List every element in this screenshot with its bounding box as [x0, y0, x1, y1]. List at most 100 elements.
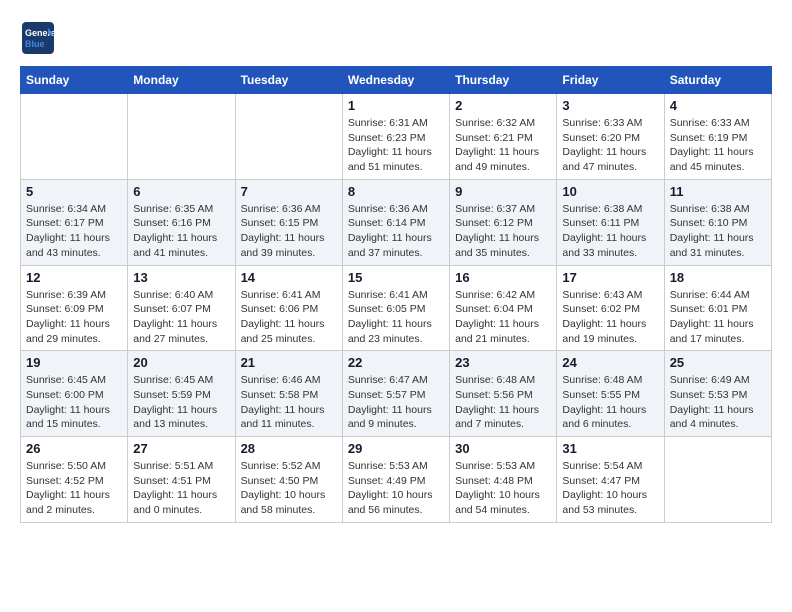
svg-text:Blue: Blue [25, 39, 45, 49]
day-number: 13 [133, 270, 229, 285]
day-number: 1 [348, 98, 444, 113]
calendar-cell: 5 Sunrise: 6:34 AM Sunset: 6:17 PM Daylig… [21, 179, 128, 265]
day-info: Sunrise: 6:31 AM Sunset: 6:23 PM Dayligh… [348, 116, 444, 175]
day-info: Sunrise: 6:48 AM Sunset: 5:55 PM Dayligh… [562, 373, 658, 432]
calendar-cell: 11 Sunrise: 6:38 AM Sunset: 6:10 PM Dayli… [664, 179, 771, 265]
calendar-cell: 9 Sunrise: 6:37 AM Sunset: 6:12 PM Daylig… [450, 179, 557, 265]
day-number: 2 [455, 98, 551, 113]
calendar-cell: 20Sunrise: 6:45 AM Sunset: 5:59 PM Dayli… [128, 351, 235, 437]
day-info: Sunrise: 5:51 AM Sunset: 4:51 PM Dayligh… [133, 459, 229, 518]
day-number: 25 [670, 355, 766, 370]
day-info: Sunrise: 6:41 AM Sunset: 6:05 PM Dayligh… [348, 288, 444, 347]
calendar-header-row: SundayMondayTuesdayWednesdayThursdayFrid… [21, 67, 772, 94]
day-info: Sunrise: 6:33 AM Sunset: 6:19 PM Dayligh… [670, 116, 766, 175]
calendar-cell: 7 Sunrise: 6:36 AM Sunset: 6:15 PM Daylig… [235, 179, 342, 265]
calendar-cell: 3 Sunrise: 6:33 AM Sunset: 6:20 PM Daylig… [557, 94, 664, 180]
day-info: Sunrise: 6:35 AM Sunset: 6:16 PM Dayligh… [133, 202, 229, 261]
calendar-week-row: 1 Sunrise: 6:31 AM Sunset: 6:23 PM Daylig… [21, 94, 772, 180]
day-number: 29 [348, 441, 444, 456]
day-info: Sunrise: 6:37 AM Sunset: 6:12 PM Dayligh… [455, 202, 551, 261]
day-number: 28 [241, 441, 337, 456]
day-number: 10 [562, 184, 658, 199]
calendar-cell: 27 Sunrise: 5:51 AM Sunset: 4:51 PM Dayli… [128, 437, 235, 523]
day-number: 23 [455, 355, 551, 370]
calendar-cell [128, 94, 235, 180]
calendar-cell: 8Sunrise: 6:36 AM Sunset: 6:14 PM Daylig… [342, 179, 449, 265]
day-info: Sunrise: 6:40 AM Sunset: 6:07 PM Dayligh… [133, 288, 229, 347]
day-number: 18 [670, 270, 766, 285]
calendar-cell: 31Sunrise: 5:54 AM Sunset: 4:47 PM Dayli… [557, 437, 664, 523]
calendar-cell [21, 94, 128, 180]
day-info: Sunrise: 5:53 AM Sunset: 4:49 PM Dayligh… [348, 459, 444, 518]
calendar-cell: 16 Sunrise: 6:42 AM Sunset: 6:04 PM Dayli… [450, 265, 557, 351]
calendar-week-row: 26 Sunrise: 5:50 AM Sunset: 4:52 PM Dayli… [21, 437, 772, 523]
day-number: 22 [348, 355, 444, 370]
logo: General Blue [20, 20, 60, 56]
day-number: 4 [670, 98, 766, 113]
calendar-cell: 18 Sunrise: 6:44 AM Sunset: 6:01 PM Dayli… [664, 265, 771, 351]
calendar-cell: 15 Sunrise: 6:41 AM Sunset: 6:05 PM Dayli… [342, 265, 449, 351]
day-number: 7 [241, 184, 337, 199]
calendar-cell: 26 Sunrise: 5:50 AM Sunset: 4:52 PM Dayli… [21, 437, 128, 523]
calendar-cell: 19Sunrise: 6:45 AM Sunset: 6:00 PM Dayli… [21, 351, 128, 437]
day-info: Sunrise: 6:39 AM Sunset: 6:09 PM Dayligh… [26, 288, 122, 347]
calendar-cell: 10 Sunrise: 6:38 AM Sunset: 6:11 PM Dayli… [557, 179, 664, 265]
calendar-cell: 4 Sunrise: 6:33 AM Sunset: 6:19 PM Daylig… [664, 94, 771, 180]
calendar-cell: 14 Sunrise: 6:41 AM Sunset: 6:06 PM Dayli… [235, 265, 342, 351]
day-info: Sunrise: 5:52 AM Sunset: 4:50 PM Dayligh… [241, 459, 337, 518]
calendar-cell: 24 Sunrise: 6:48 AM Sunset: 5:55 PM Dayli… [557, 351, 664, 437]
calendar-cell: 23 Sunrise: 6:48 AM Sunset: 5:56 PM Dayli… [450, 351, 557, 437]
calendar-cell: 13 Sunrise: 6:40 AM Sunset: 6:07 PM Dayli… [128, 265, 235, 351]
day-info: Sunrise: 6:33 AM Sunset: 6:20 PM Dayligh… [562, 116, 658, 175]
day-info: Sunrise: 6:42 AM Sunset: 6:04 PM Dayligh… [455, 288, 551, 347]
day-number: 15 [348, 270, 444, 285]
calendar-cell [664, 437, 771, 523]
day-info: Sunrise: 6:44 AM Sunset: 6:01 PM Dayligh… [670, 288, 766, 347]
calendar-cell: 22 Sunrise: 6:47 AM Sunset: 5:57 PM Dayli… [342, 351, 449, 437]
day-header-wednesday: Wednesday [342, 67, 449, 94]
day-number: 5 [26, 184, 122, 199]
day-info: Sunrise: 6:45 AM Sunset: 5:59 PM Dayligh… [133, 373, 229, 432]
calendar-cell: 30 Sunrise: 5:53 AM Sunset: 4:48 PM Dayli… [450, 437, 557, 523]
day-number: 6 [133, 184, 229, 199]
day-header-tuesday: Tuesday [235, 67, 342, 94]
day-info: Sunrise: 6:45 AM Sunset: 6:00 PM Dayligh… [26, 373, 122, 432]
day-info: Sunrise: 6:34 AM Sunset: 6:17 PM Dayligh… [26, 202, 122, 261]
day-number: 26 [26, 441, 122, 456]
calendar-table: SundayMondayTuesdayWednesdayThursdayFrid… [20, 66, 772, 523]
day-info: Sunrise: 6:46 AM Sunset: 5:58 PM Dayligh… [241, 373, 337, 432]
day-header-saturday: Saturday [664, 67, 771, 94]
day-info: Sunrise: 5:53 AM Sunset: 4:48 PM Dayligh… [455, 459, 551, 518]
day-header-monday: Monday [128, 67, 235, 94]
day-number: 3 [562, 98, 658, 113]
calendar-cell: 2 Sunrise: 6:32 AM Sunset: 6:21 PM Daylig… [450, 94, 557, 180]
logo-icon: General Blue [20, 20, 56, 56]
day-info: Sunrise: 6:48 AM Sunset: 5:56 PM Dayligh… [455, 373, 551, 432]
day-info: Sunrise: 6:36 AM Sunset: 6:15 PM Dayligh… [241, 202, 337, 261]
day-info: Sunrise: 6:38 AM Sunset: 6:10 PM Dayligh… [670, 202, 766, 261]
calendar-cell: 12Sunrise: 6:39 AM Sunset: 6:09 PM Dayli… [21, 265, 128, 351]
day-info: Sunrise: 6:49 AM Sunset: 5:53 PM Dayligh… [670, 373, 766, 432]
calendar-week-row: 12Sunrise: 6:39 AM Sunset: 6:09 PM Dayli… [21, 265, 772, 351]
calendar-cell: 6 Sunrise: 6:35 AM Sunset: 6:16 PM Daylig… [128, 179, 235, 265]
calendar-cell: 21Sunrise: 6:46 AM Sunset: 5:58 PM Dayli… [235, 351, 342, 437]
day-number: 31 [562, 441, 658, 456]
day-info: Sunrise: 6:32 AM Sunset: 6:21 PM Dayligh… [455, 116, 551, 175]
day-header-thursday: Thursday [450, 67, 557, 94]
day-info: Sunrise: 6:38 AM Sunset: 6:11 PM Dayligh… [562, 202, 658, 261]
day-number: 8 [348, 184, 444, 199]
day-info: Sunrise: 5:50 AM Sunset: 4:52 PM Dayligh… [26, 459, 122, 518]
day-info: Sunrise: 6:47 AM Sunset: 5:57 PM Dayligh… [348, 373, 444, 432]
day-number: 27 [133, 441, 229, 456]
day-number: 11 [670, 184, 766, 199]
page-header: General Blue [20, 20, 772, 56]
calendar-cell: 28 Sunrise: 5:52 AM Sunset: 4:50 PM Dayli… [235, 437, 342, 523]
day-info: Sunrise: 6:41 AM Sunset: 6:06 PM Dayligh… [241, 288, 337, 347]
day-number: 30 [455, 441, 551, 456]
calendar-cell: 29 Sunrise: 5:53 AM Sunset: 4:49 PM Dayli… [342, 437, 449, 523]
day-number: 24 [562, 355, 658, 370]
day-number: 9 [455, 184, 551, 199]
day-info: Sunrise: 6:43 AM Sunset: 6:02 PM Dayligh… [562, 288, 658, 347]
day-number: 16 [455, 270, 551, 285]
day-number: 14 [241, 270, 337, 285]
